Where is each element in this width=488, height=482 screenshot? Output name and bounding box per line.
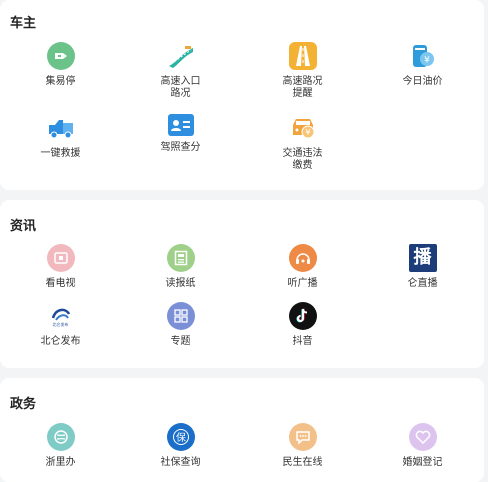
service-item-rescue[interactable]: 一键救援	[0, 114, 121, 160]
live-broadcast-icon: 播	[408, 244, 437, 272]
service-item-radio[interactable]: 听广播	[242, 244, 363, 290]
highway-entrance-icon	[167, 42, 195, 70]
douyin-icon	[288, 302, 317, 330]
beilun-release-icon: 北仑发布	[47, 302, 75, 330]
service-item-highway-entrance[interactable]: 高速入口 路况	[120, 42, 241, 100]
highway-road-icon	[288, 42, 317, 70]
social-security-icon: 保	[166, 423, 195, 451]
service-item-beilun-release[interactable]: 北仑发布 北仑发布	[0, 302, 121, 348]
section-title: 政务	[10, 396, 37, 411]
marriage-heart-icon	[408, 423, 437, 451]
zheliban-icon	[46, 423, 75, 451]
svg-text:保: 保	[176, 431, 186, 444]
service-item-zheliban[interactable]: 浙里办	[0, 423, 121, 469]
section-car-owner: 车主 集易停 高速入口 路况 高速路况 提醒 ¥ 今日油价 一键救援 驾照查分 …	[0, 0, 484, 190]
livelihood-chat-icon	[288, 423, 317, 451]
service-item-tv[interactable]: 看电视	[0, 244, 121, 290]
oil-price-icon: ¥	[409, 42, 437, 70]
topics-icon	[166, 302, 195, 330]
section-news: 资讯 看电视 读报纸 听广播 播 仑直播 北仑发布 北仑发布 专题 抖音	[0, 200, 484, 368]
section-title: 车主	[10, 15, 37, 30]
service-item-newspaper[interactable]: 读报纸	[120, 244, 241, 290]
svg-text:¥: ¥	[305, 128, 310, 137]
newspaper-icon	[166, 244, 195, 272]
license-card-icon	[167, 114, 194, 136]
rescue-truck-icon	[47, 114, 75, 142]
tv-icon	[46, 244, 75, 272]
service-item-oil-price[interactable]: ¥ 今日油价	[362, 42, 483, 88]
service-item-live[interactable]: 播 仑直播	[362, 244, 483, 290]
section-government: 政务 浙里办 保 社保查询 民生在线 婚姻登记	[0, 378, 484, 482]
service-item-traffic-fine[interactable]: ¥ 交通违法 缴费	[242, 114, 363, 172]
service-item-douyin[interactable]: 抖音	[242, 302, 363, 348]
radio-icon	[288, 244, 317, 272]
service-item-social-security[interactable]: 保 社保查询	[120, 423, 241, 469]
section-title: 资讯	[10, 218, 37, 233]
service-item-livelihood[interactable]: 民生在线	[242, 423, 363, 469]
service-item-parking[interactable]: 集易停	[0, 42, 121, 88]
service-item-license[interactable]: 驾照查分	[120, 114, 241, 154]
svg-text:¥: ¥	[424, 56, 430, 66]
service-item-marriage[interactable]: 婚姻登记	[362, 423, 483, 469]
parking-icon	[46, 42, 75, 70]
service-item-topics[interactable]: 专题	[120, 302, 241, 348]
traffic-fine-icon: ¥	[289, 114, 317, 142]
service-item-highway-road[interactable]: 高速路况 提醒	[242, 42, 363, 100]
